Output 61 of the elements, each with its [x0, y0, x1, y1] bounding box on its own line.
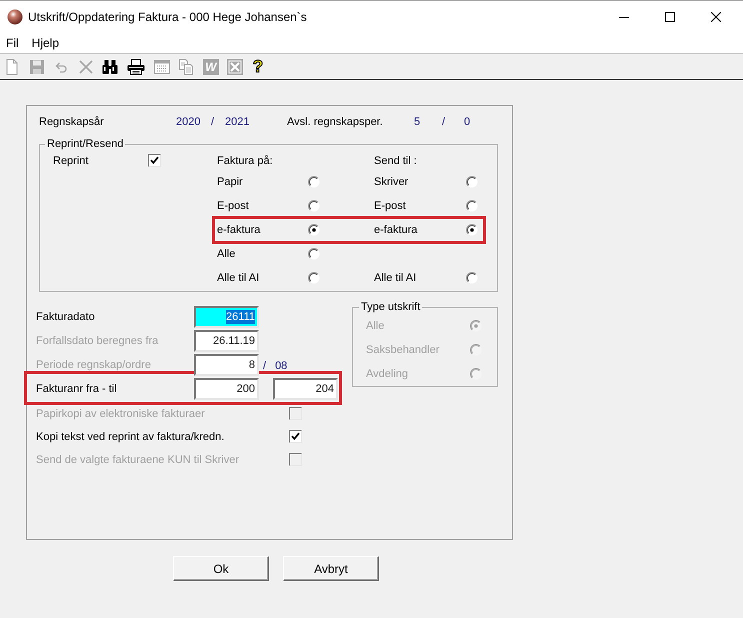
- radio-button[interactable]: [466, 224, 478, 236]
- menu-item[interactable]: Hjelp: [32, 34, 60, 52]
- checkbox[interactable]: [289, 430, 302, 443]
- column-heading: Send til :: [374, 154, 417, 166]
- period-value: 0: [464, 116, 470, 128]
- radio-button[interactable]: [308, 272, 320, 284]
- group-title: Reprint/Resend: [46, 137, 124, 151]
- period-value: 5: [414, 116, 420, 128]
- period-value: 08: [275, 359, 288, 373]
- radio-label: Papir: [217, 176, 243, 188]
- checkbox-label: Papirkopi av elektroniske fakturaer: [36, 408, 205, 420]
- printer-icon[interactable]: [126, 58, 145, 74]
- checkbox-label: Kopi tekst ved reprint av faktura/kredn.: [36, 430, 224, 442]
- radio-label: E-post: [374, 200, 406, 212]
- column-heading: Faktura på:: [217, 154, 273, 166]
- group-title: Type utskrift: [360, 300, 422, 314]
- binoculars-icon[interactable]: [102, 58, 118, 74]
- separator-text: /: [442, 116, 446, 128]
- radio-label: E-post: [217, 200, 249, 212]
- radio-label: Alle: [217, 248, 236, 260]
- field-label: Fakturanr fra - til: [36, 382, 117, 396]
- field-label: Regnskapsår: [39, 116, 104, 128]
- radio-button[interactable]: [308, 248, 320, 260]
- check-icon: [291, 432, 300, 441]
- input-field[interactable]: 26111: [194, 306, 259, 328]
- checkbox[interactable]: [148, 154, 161, 167]
- radio-button[interactable]: [466, 272, 478, 284]
- dialog-button[interactable]: Avbryt: [283, 556, 379, 581]
- dialog-button[interactable]: Ok: [173, 556, 269, 581]
- field-label: Forfallsdato beregnes fra: [36, 334, 158, 348]
- radio-label: Avdeling: [366, 368, 408, 380]
- radio-label: Skriver: [374, 176, 408, 188]
- field-label: Avsl. regnskapsper.: [287, 116, 383, 128]
- field-label: Fakturadato: [36, 310, 95, 324]
- field-label: Periode regnskap/ordre: [36, 358, 151, 372]
- check-icon: [150, 156, 159, 165]
- radio-button[interactable]: [308, 176, 320, 188]
- checkbox-label: Send de valgte fakturaene KUN til Skriver: [36, 454, 239, 466]
- radio-label: e-faktura: [374, 224, 418, 236]
- menu-item[interactable]: Fil: [6, 34, 19, 52]
- sphere-icon: [7, 9, 23, 25]
- input-field[interactable]: 204: [273, 378, 338, 400]
- maximize-icon[interactable]: [665, 12, 675, 22]
- radio-label: e-faktura: [217, 224, 260, 236]
- radio-label: Alle til AI: [217, 272, 260, 284]
- separator-text: /: [211, 116, 214, 128]
- radio-button[interactable]: [466, 200, 478, 212]
- checkbox-label: Reprint: [53, 154, 88, 166]
- separator-text: /: [263, 359, 266, 373]
- radio-label: Alle til AI: [374, 272, 416, 284]
- window-title: Utskrift/Oppdatering Faktura - 000 Hege Johansen`s: [28, 9, 307, 26]
- input-field[interactable]: 200: [194, 378, 259, 400]
- close-icon[interactable]: [711, 12, 721, 22]
- radio-button[interactable]: [308, 224, 320, 236]
- radio-label: Alle: [366, 320, 384, 332]
- year-value: 2020: [176, 116, 200, 128]
- radio-button[interactable]: [466, 176, 478, 188]
- year-value: 2021: [225, 116, 250, 128]
- radio-label: Saksbehandler: [366, 344, 440, 356]
- minimize-icon[interactable]: [619, 16, 629, 18]
- radio-button[interactable]: [308, 200, 320, 212]
